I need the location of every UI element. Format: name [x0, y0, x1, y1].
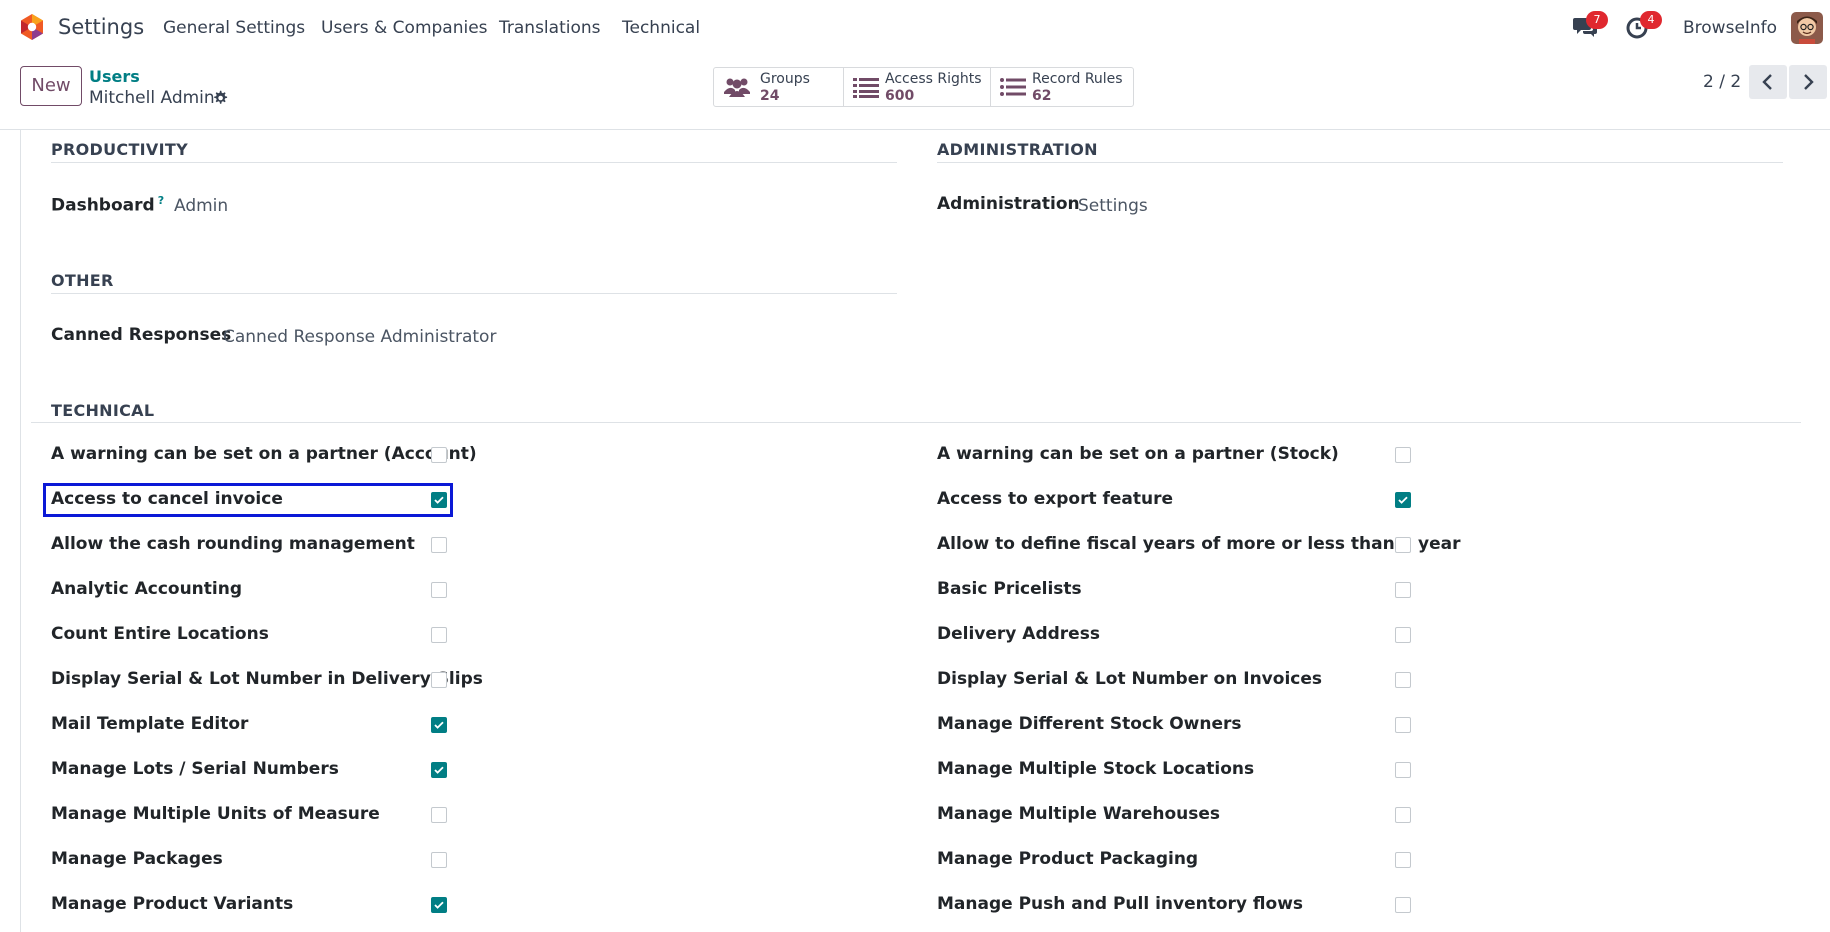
canned-responses-label: Canned Responses	[51, 325, 232, 345]
technical-option-label: Manage Multiple Warehouses	[937, 804, 1221, 824]
administration-label: Administration	[937, 194, 1080, 214]
messages-badge: 7	[1586, 11, 1608, 29]
technical-option-label: Analytic Accounting	[51, 579, 243, 599]
pager-counter[interactable]: 2 / 2	[1703, 72, 1741, 92]
technical-option-checkbox[interactable]	[431, 672, 447, 688]
menu-technical[interactable]: Technical	[622, 18, 700, 38]
menu-translations[interactable]: Translations	[499, 18, 601, 38]
technical-option-checkbox[interactable]	[431, 447, 447, 463]
app-name[interactable]: Settings	[58, 15, 144, 39]
messages-button[interactable]: 7	[1572, 11, 1608, 41]
gear-icon[interactable]	[212, 90, 228, 106]
technical-option-checkbox[interactable]	[1395, 447, 1411, 463]
section-divider	[51, 162, 897, 163]
groups-label: Groups	[760, 71, 810, 87]
list-icon	[1000, 78, 1026, 96]
technical-option-checkbox[interactable]	[431, 852, 447, 868]
activities-badge: 4	[1640, 11, 1662, 29]
record-rules-count: 62	[1032, 88, 1052, 104]
section-other-title: OTHER	[51, 271, 114, 290]
technical-option-label: Manage Different Stock Owners	[937, 714, 1242, 734]
record-rules-smart-button[interactable]: Record Rules 62	[990, 68, 1133, 106]
technical-option-label: Mail Template Editor	[51, 714, 249, 734]
section-technical-title: TECHNICAL	[51, 401, 155, 420]
technical-option-label: Manage Lots / Serial Numbers	[51, 759, 339, 779]
access-rights-smart-button[interactable]: Access Rights 600	[843, 68, 991, 106]
highlight-box	[43, 483, 453, 517]
technical-option-checkbox[interactable]	[1395, 492, 1411, 508]
technical-option-checkbox[interactable]	[431, 897, 447, 913]
technical-option-label: Count Entire Locations	[51, 624, 269, 644]
technical-option-label: Display Serial & Lot Number on Invoices	[937, 669, 1322, 689]
technical-option-checkbox[interactable]	[1395, 537, 1411, 553]
chevron-left-icon	[1762, 74, 1772, 90]
activities-button[interactable]: 4	[1626, 11, 1662, 41]
help-tooltip-icon[interactable]: ?	[158, 194, 164, 207]
dashboard-label: Dashboard?	[51, 194, 164, 216]
technical-option-checkbox[interactable]	[431, 537, 447, 553]
section-divider	[937, 162, 1783, 163]
technical-option-label: Manage Multiple Units of Measure	[51, 804, 380, 824]
list-icon	[853, 78, 879, 98]
pager-next-button[interactable]	[1789, 65, 1827, 99]
odoo-logo-icon[interactable]	[20, 13, 44, 41]
section-divider	[31, 422, 1801, 423]
technical-option-checkbox[interactable]	[1395, 897, 1411, 913]
pager-previous-button[interactable]	[1749, 65, 1787, 99]
technical-option-label: Access to export feature	[937, 489, 1174, 509]
breadcrumb-users-link[interactable]: Users	[89, 67, 140, 86]
technical-option-label: Manage Product Variants	[51, 894, 294, 914]
checkmark-icon	[434, 766, 444, 774]
access-rights-count: 600	[885, 88, 915, 104]
technical-option-label: A warning can be set on a partner (Accou…	[51, 444, 477, 464]
technical-option-label: Manage Multiple Stock Locations	[937, 759, 1255, 779]
technical-option-checkbox[interactable]	[431, 762, 447, 778]
technical-option-checkbox[interactable]	[431, 717, 447, 733]
smart-buttons: Groups 24 Access Rights 600 Record Rules…	[713, 67, 1134, 107]
section-administration-title: ADMINISTRATION	[937, 140, 1098, 159]
menu-general-settings[interactable]: General Settings	[163, 18, 305, 38]
users-icon	[724, 78, 750, 97]
technical-option-label: Basic Pricelists	[937, 579, 1082, 599]
technical-option-label: Display Serial & Lot Number in Delivery …	[51, 669, 483, 689]
technical-option-checkbox[interactable]	[1395, 672, 1411, 688]
checkmark-icon	[434, 901, 444, 909]
top-navbar: Settings General Settings Users & Compan…	[0, 0, 1830, 55]
company-switcher[interactable]: BrowseInfo	[1683, 18, 1777, 38]
dashboard-label-text: Dashboard	[51, 195, 155, 216]
technical-option-label: Allow to define fiscal years of more or …	[937, 534, 1461, 554]
record-title: Mitchell Admin	[89, 88, 215, 108]
avatar-icon	[1791, 12, 1823, 44]
canned-responses-value[interactable]: Canned Response Administrator	[223, 327, 496, 347]
technical-option-checkbox[interactable]	[1395, 717, 1411, 733]
technical-option-checkbox[interactable]	[1395, 762, 1411, 778]
technical-option-checkbox[interactable]	[1395, 627, 1411, 643]
technical-option-checkbox[interactable]	[431, 582, 447, 598]
technical-option-label: Allow the cash rounding management	[51, 534, 415, 554]
technical-option-checkbox[interactable]	[1395, 807, 1411, 823]
administration-value[interactable]: Settings	[1078, 196, 1148, 216]
dashboard-value[interactable]: Admin	[174, 196, 228, 216]
technical-option-checkbox[interactable]	[431, 807, 447, 823]
technical-option-checkbox[interactable]	[1395, 582, 1411, 598]
groups-count: 24	[760, 88, 780, 104]
groups-smart-button[interactable]: Groups 24	[714, 68, 844, 106]
section-productivity-title: PRODUCTIVITY	[51, 140, 188, 159]
checkmark-icon	[434, 721, 444, 729]
technical-option-label: Manage Product Packaging	[937, 849, 1199, 869]
checkmark-icon	[1398, 496, 1408, 504]
record-rules-label: Record Rules	[1032, 71, 1123, 87]
new-button[interactable]: New	[20, 66, 82, 106]
user-avatar[interactable]	[1791, 12, 1823, 44]
menu-users-companies[interactable]: Users & Companies	[321, 18, 488, 38]
technical-option-label: Manage Packages	[51, 849, 223, 869]
technical-option-label: Delivery Address	[937, 624, 1100, 644]
access-rights-label: Access Rights	[885, 71, 982, 87]
section-divider	[51, 293, 897, 294]
technical-option-label: Manage Push and Pull inventory flows	[937, 894, 1304, 914]
technical-option-checkbox[interactable]	[431, 627, 447, 643]
chevron-right-icon	[1804, 74, 1814, 90]
technical-option-checkbox[interactable]	[1395, 852, 1411, 868]
technical-option-label: A warning can be set on a partner (Stock…	[937, 444, 1339, 464]
